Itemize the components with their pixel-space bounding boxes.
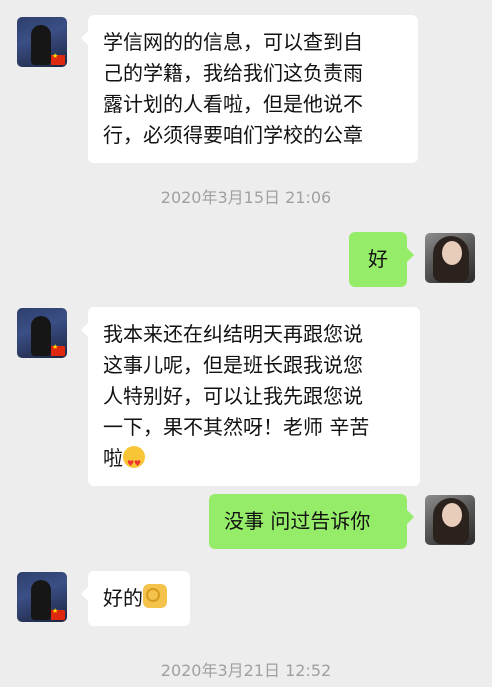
message-text: 好 <box>368 247 388 271</box>
china-flag-icon <box>51 52 65 65</box>
message-text: 好的 <box>103 586 143 610</box>
timestamp: 2020年3月21日 12:52 <box>160 661 332 680</box>
china-flag-icon <box>51 607 65 620</box>
message-bubble-incoming[interactable]: 好的 <box>81 571 190 626</box>
heart-eyes-emoji-icon <box>123 446 145 479</box>
message-bubble-incoming[interactable]: 我本来还在纠结明天再跟您说 这事儿呢，但是班长跟我说您 人特别好，可以让我先跟您… <box>81 307 420 486</box>
avatar-figure <box>31 316 51 356</box>
message-line: 学信网的的信息，可以查到自 <box>103 30 363 54</box>
china-flag-icon <box>51 343 65 356</box>
message-bubble-outgoing[interactable]: 好 <box>349 232 414 287</box>
avatar-figure <box>31 25 51 65</box>
message-line: 这事儿呢，但是班长跟我说您 <box>103 353 363 377</box>
message-line: 己的学籍，我给我们这负责雨 <box>103 61 363 85</box>
message-line-with-emoji: 啦 <box>103 443 405 479</box>
message-line: 一下，果不其然呀！老师 辛苦 <box>103 415 370 439</box>
message-bubble-incoming[interactable]: 学信网的的信息，可以查到自 己的学籍，我给我们这负责雨 露计划的人看啦，但是他说… <box>81 15 418 163</box>
avatar-face <box>442 241 462 265</box>
self-avatar[interactable] <box>425 233 475 283</box>
self-avatar[interactable] <box>425 495 475 545</box>
contact-avatar[interactable] <box>17 572 67 622</box>
message-line: 我本来还在纠结明天再跟您说 <box>103 322 363 346</box>
avatar-figure <box>31 580 51 620</box>
contact-avatar[interactable] <box>17 17 67 67</box>
timestamp: 2020年3月15日 21:06 <box>160 188 332 207</box>
contact-avatar[interactable] <box>17 308 67 358</box>
message-line: 人特别好，可以让我先跟您说 <box>103 384 363 408</box>
message-line: 露计划的人看啦，但是他说不 <box>103 92 363 116</box>
message-bubble-outgoing[interactable]: 没事 问过告诉你 <box>209 494 414 549</box>
message-line-with-emoji: 好的 <box>103 583 175 614</box>
message-line: 行，必须得要咱们学校的公章 <box>103 123 363 147</box>
message-line: 啦 <box>103 446 123 470</box>
ok-hand-emoji-icon <box>143 584 167 608</box>
message-text: 没事 问过告诉你 <box>224 509 371 533</box>
avatar-face <box>442 503 462 527</box>
